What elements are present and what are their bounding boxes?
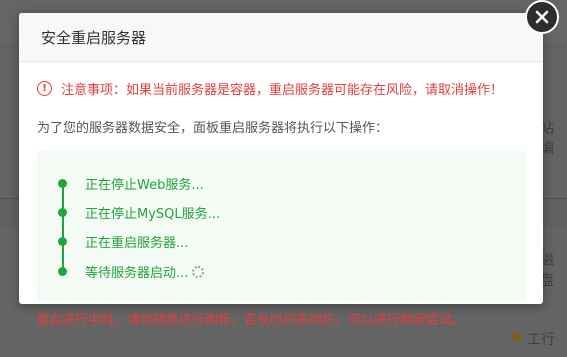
- warning-text: 注意事项：如果当前服务器是容器，重启服务器可能存在风险，请取消操作！: [61, 83, 504, 98]
- warning-row: ! 注意事项：如果当前服务器是容器，重启服务器可能存在风险，请取消操作！: [37, 79, 503, 98]
- footer-note: 重启进行中时，请勿随意进行刷新，若长时间未响应，可以进行刷新尝试。: [36, 313, 466, 328]
- dialog-header: 安全重启服务器: [19, 13, 543, 62]
- step-label: 正在停止MySQL服务...: [85, 207, 221, 222]
- timeline-line: [62, 181, 64, 269]
- step-item: 正在停止MySQL服务...: [56, 203, 220, 222]
- loading-spinner-icon: [192, 265, 205, 278]
- step-dot-icon: [58, 237, 67, 246]
- steps-timeline: 正在停止Web服务... 正在停止MySQL服务... 正在重启服务器... 等…: [37, 151, 526, 301]
- step-item: 正在重启服务器...: [56, 232, 188, 251]
- close-button[interactable]: [525, 0, 559, 34]
- close-icon: [535, 10, 549, 24]
- step-label: 等待服务器启动...: [85, 266, 189, 281]
- intro-text: 为了您的服务器数据安全，面板重启服务器将执行以下操作：: [37, 121, 389, 136]
- warning-icon: !: [37, 81, 52, 96]
- dialog-title: 安全重启服务器: [41, 28, 147, 47]
- restart-server-dialog: 安全重启服务器 ! 注意事项：如果当前服务器是容器，重启服务器可能存在风险，请取…: [19, 13, 543, 328]
- step-label: 正在停止Web服务...: [85, 178, 204, 193]
- step-item: 正在停止Web服务...: [56, 174, 204, 193]
- step-label: 正在重启服务器...: [85, 236, 189, 251]
- step-dot-icon: [58, 208, 67, 217]
- step-dot-icon: [58, 179, 67, 188]
- step-dot-icon: [58, 267, 67, 276]
- step-item: 等待服务器启动...: [56, 262, 205, 281]
